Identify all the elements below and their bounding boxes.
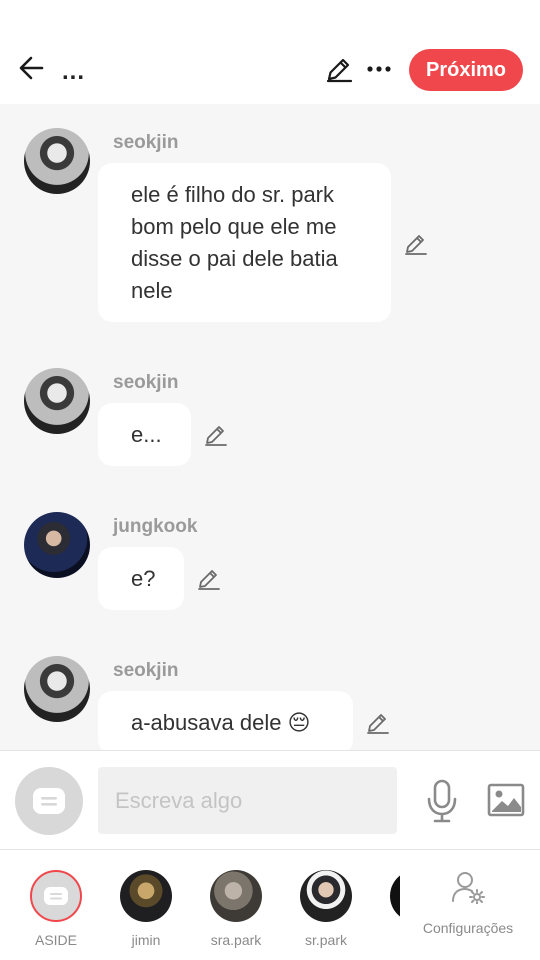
character-label: sra.park	[210, 932, 262, 948]
character-aside[interactable]: ASIDE	[16, 870, 96, 950]
aside-toggle-button[interactable]	[15, 767, 83, 835]
pencil-icon[interactable]	[324, 54, 354, 84]
character-label: ta	[376, 932, 400, 948]
message-bubble[interactable]: ele é filho do sr. park bom pelo que ele…	[98, 163, 391, 322]
settings-label: Configurações	[422, 920, 514, 936]
avatar	[390, 870, 400, 922]
chat-bubble-icon	[33, 788, 65, 814]
next-button[interactable]: Próximo	[409, 49, 523, 91]
character-jimin[interactable]: jimin	[106, 870, 186, 950]
user-settings-icon	[452, 872, 485, 904]
pencil-icon[interactable]	[403, 231, 429, 257]
more-horizontal-icon[interactable]	[364, 54, 394, 84]
avatar	[210, 870, 262, 922]
message-sender: jungkook	[113, 516, 198, 537]
avatar[interactable]	[24, 128, 90, 194]
character-sra-park[interactable]: sra.park	[196, 870, 276, 950]
pencil-icon[interactable]	[196, 566, 222, 592]
settings-button[interactable]: Configurações	[420, 870, 516, 950]
character-label: ASIDE	[34, 932, 77, 948]
character-bar: ASIDE jimin sra.park sr.park ta Configur…	[0, 850, 540, 960]
avatar	[30, 870, 82, 922]
arrow-left-icon[interactable]	[16, 52, 48, 84]
message-sender: seokjin	[113, 372, 179, 393]
avatar	[120, 870, 172, 922]
chat-thread[interactable]: seokjin ele é filho do sr. park bom pelo…	[0, 104, 540, 750]
microphone-icon[interactable]	[424, 779, 460, 823]
character-label: jimin	[131, 932, 161, 948]
pencil-icon[interactable]	[203, 422, 229, 448]
character-sr-park[interactable]: sr.park	[286, 870, 366, 950]
pencil-icon[interactable]	[365, 710, 391, 736]
message-bubble[interactable]: a-abusava dele 😔	[98, 691, 353, 750]
message-bubble[interactable]: e...	[98, 403, 191, 466]
message-input[interactable]	[98, 767, 397, 834]
avatar[interactable]	[24, 512, 90, 578]
character-label: sr.park	[304, 932, 347, 948]
page-title[interactable]: ...	[62, 58, 85, 86]
chat-bubble-icon	[44, 887, 68, 905]
character-partial[interactable]: ta	[376, 870, 400, 950]
message-bubble[interactable]: e?	[98, 547, 184, 610]
avatar	[300, 870, 352, 922]
message-sender: seokjin	[113, 660, 179, 681]
message-sender: seokjin	[113, 132, 179, 153]
avatar[interactable]	[24, 368, 90, 434]
top-bar: ... Próximo	[0, 0, 540, 104]
message-composer	[0, 750, 540, 850]
avatar[interactable]	[24, 656, 90, 722]
image-icon[interactable]	[487, 783, 525, 817]
